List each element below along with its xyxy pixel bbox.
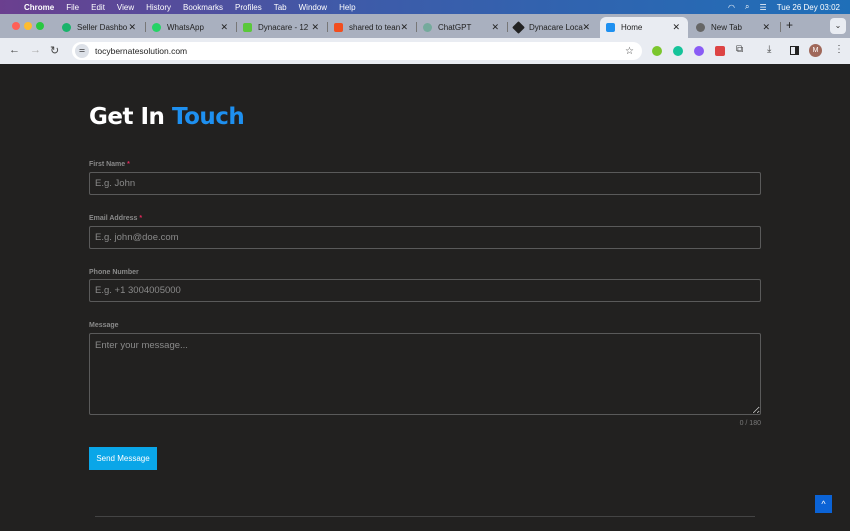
wifi-icon[interactable]: ◠ [728, 3, 735, 12]
tab-favicon [152, 23, 161, 32]
macos-menu-bar: Chrome File Edit View History Bookmarks … [0, 0, 850, 14]
extension-icon[interactable] [673, 46, 683, 56]
site-info-icon[interactable]: ⚌ [75, 44, 89, 58]
tab-favicon [243, 23, 252, 32]
tab-title: New Tab [711, 23, 742, 32]
control-center-icon[interactable]: ☰ [760, 3, 767, 12]
reload-icon[interactable]: ↻ [50, 44, 59, 57]
scroll-to-top-button[interactable]: ^ [815, 495, 832, 513]
close-tab-icon[interactable]: ✕ [491, 22, 499, 33]
tab-title: shared to tean [349, 23, 401, 32]
close-tab-icon[interactable]: ✕ [311, 22, 319, 33]
extensions-puzzle-icon[interactable]: ⧉ [736, 44, 743, 55]
character-counter: 0 / 180 [739, 420, 761, 427]
close-tab-icon[interactable]: ✕ [128, 22, 136, 33]
first-name-label: First Name * [89, 161, 130, 168]
menu-history[interactable]: History [146, 3, 171, 12]
address-bar[interactable]: ⚌ tocybernatesolution.com ☆ [72, 42, 642, 60]
menu-edit[interactable]: Edit [91, 3, 105, 12]
tab-dynacare[interactable]: Dynacare - 12 ✕ [237, 17, 327, 38]
tab-favicon [62, 23, 71, 32]
side-panel-icon[interactable] [790, 46, 799, 55]
tab-title: ChatGPT [438, 23, 472, 32]
phone-label: Phone Number [89, 269, 139, 276]
message-label: Message [89, 322, 119, 329]
page-title: Get In Touch [89, 104, 245, 130]
menu-tab[interactable]: Tab [274, 3, 287, 12]
extension-icon[interactable] [694, 46, 704, 56]
send-message-button[interactable]: Send Message [89, 447, 157, 470]
menu-bookmarks[interactable]: Bookmarks [183, 3, 223, 12]
bookmark-star-icon[interactable]: ☆ [625, 46, 634, 57]
message-textarea[interactable] [89, 333, 761, 415]
phone-input[interactable] [89, 279, 761, 302]
tab-chatgpt[interactable]: ChatGPT ✕ [417, 17, 507, 38]
menu-app[interactable]: Chrome [24, 3, 54, 12]
extension-icon[interactable] [715, 46, 725, 56]
profile-avatar[interactable]: M [809, 44, 822, 57]
chevron-up-icon: ^ [821, 499, 826, 509]
tab-title: Seller Dashbo [77, 23, 128, 32]
tab-title: Dynacare - 12 [258, 23, 309, 32]
tab-seller-dashboard[interactable]: Seller Dashbo ✕ [56, 17, 144, 38]
tab-home[interactable]: Home ✕ [600, 17, 688, 38]
first-name-input[interactable] [89, 172, 761, 195]
new-tab-plus-icon[interactable]: + [786, 18, 793, 32]
tab-favicon [696, 23, 705, 32]
search-icon[interactable]: ⌕ [745, 2, 749, 12]
tab-favicon [423, 23, 432, 32]
back-icon[interactable]: ← [9, 44, 20, 56]
tab-search-chevron-icon[interactable]: ⌄ [830, 18, 846, 34]
download-icon[interactable]: ⤓ [767, 44, 771, 55]
close-window-icon[interactable] [12, 22, 20, 30]
tab-favicon [334, 23, 343, 32]
menu-view[interactable]: View [117, 3, 134, 12]
close-tab-icon[interactable]: ✕ [220, 22, 228, 33]
menu-window[interactable]: Window [299, 3, 327, 12]
menu-profiles[interactable]: Profiles [235, 3, 262, 12]
menu-kebab-icon[interactable]: ⋮ [834, 44, 844, 55]
title-part-2: Touch [171, 104, 245, 130]
minimize-window-icon[interactable] [24, 22, 32, 30]
tab-strip: Seller Dashbo ✕ WhatsApp ✕ Dynacare - 12 ✕ … [0, 14, 850, 38]
forward-icon[interactable]: → [30, 44, 41, 56]
tab-favicon [606, 23, 615, 32]
close-tab-icon[interactable]: ✕ [400, 22, 408, 33]
tab-title: Dynacare Loca [529, 23, 583, 32]
divider [95, 516, 755, 517]
email-input[interactable] [89, 226, 761, 249]
tab-favicon [512, 21, 525, 34]
status-area: ◠ ⌕ ☰ Tue 26 Dey 03:02 [728, 0, 840, 14]
close-tab-icon[interactable]: ✕ [582, 22, 590, 33]
title-part-1: Get In [89, 104, 165, 130]
tab-title: WhatsApp [167, 23, 204, 32]
extension-icon[interactable] [652, 46, 662, 56]
menu-file[interactable]: File [66, 3, 79, 12]
maximize-window-icon[interactable] [36, 22, 44, 30]
tab-whatsapp[interactable]: WhatsApp ✕ [146, 17, 236, 38]
close-tab-icon[interactable]: ✕ [672, 22, 680, 33]
email-label: Email Address * [89, 215, 143, 222]
menu-help[interactable]: Help [339, 3, 355, 12]
clock[interactable]: Tue 26 Dey 03:02 [777, 3, 840, 12]
tab-figma[interactable]: shared to tean ✕ [328, 17, 416, 38]
url-text[interactable]: tocybernatesolution.com [95, 46, 187, 56]
close-tab-icon[interactable]: ✕ [762, 22, 770, 33]
browser-toolbar: ← → ↻ ⚌ tocybernatesolution.com ☆ ⧉ ⤓ M … [0, 38, 850, 64]
tab-dynacare-local[interactable]: Dynacare Loca ✕ [508, 17, 598, 38]
tab-title: Home [621, 23, 643, 32]
tab-new-tab[interactable]: New Tab ✕ [690, 17, 778, 38]
